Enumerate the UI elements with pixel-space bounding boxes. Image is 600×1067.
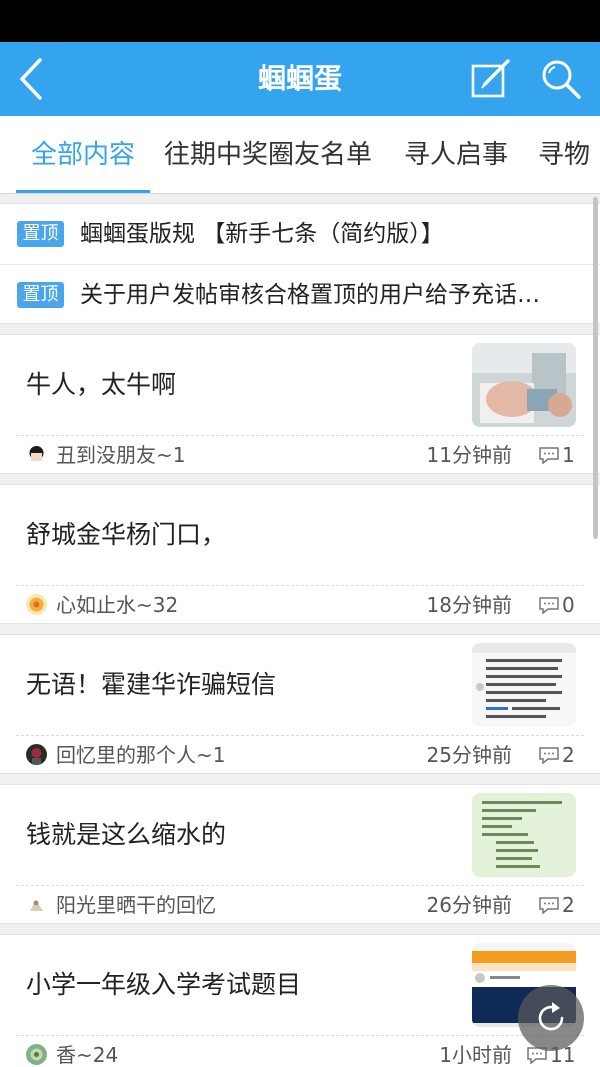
author-name[interactable]: 香~24 xyxy=(56,1036,118,1067)
comment-count: 0 xyxy=(562,593,575,617)
active-tab-indicator xyxy=(16,190,150,193)
post-title: 无语！霍建华诈骗短信 xyxy=(26,670,277,699)
status-bar xyxy=(0,0,600,42)
post-item[interactable]: 牛人，太牛啊 丑到没朋友~1 11分钟前 1 xyxy=(0,334,600,474)
refresh-icon xyxy=(538,1002,564,1031)
pinned-post-title: 关于用户发帖审核合格置顶的用户给予充话… xyxy=(80,282,540,308)
pinned-badge: 置顶 xyxy=(17,221,64,247)
comment-count: 2 xyxy=(562,743,575,767)
comment-icon xyxy=(539,897,559,914)
comment-icon xyxy=(539,597,559,614)
post-time: 11分钟前 xyxy=(426,443,512,467)
post-time: 25分钟前 xyxy=(426,743,512,767)
avatar[interactable] xyxy=(26,894,47,915)
post-thumbnail xyxy=(472,793,576,877)
author-name[interactable]: 回忆里的那个人~1 xyxy=(56,736,225,774)
refresh-button[interactable] xyxy=(518,985,584,1051)
app-header: 蝈蝈蛋 xyxy=(0,42,600,116)
avatar[interactable] xyxy=(26,1044,47,1065)
post-title: 钱就是这么缩水的 xyxy=(26,820,227,849)
author-name[interactable]: 心如止水~32 xyxy=(56,586,178,624)
tab-lost-items[interactable]: 寻物 xyxy=(538,116,590,193)
pinned-post-title: 蝈蝈蛋版规 【新手七条（简约版）】 xyxy=(80,221,444,247)
comment-icon xyxy=(539,747,559,764)
post-item[interactable]: 钱就是这么缩水的 阳光里晒干的回忆 26分钟前 2 xyxy=(0,784,600,924)
author-name[interactable]: 丑到没朋友~1 xyxy=(56,436,185,474)
post-time: 18分钟前 xyxy=(426,593,512,617)
scrollbar[interactable] xyxy=(593,197,598,539)
post-time: 26分钟前 xyxy=(426,893,512,917)
tab-winners-list[interactable]: 往期中奖圈友名单 xyxy=(164,116,372,193)
post-title: 牛人，太牛啊 xyxy=(26,370,177,399)
post-meta: 丑到没朋友~1 11分钟前 1 xyxy=(0,436,600,474)
comment-icon xyxy=(539,447,559,464)
author-name[interactable]: 阳光里晒干的回忆 xyxy=(56,886,216,924)
avatar[interactable] xyxy=(26,444,47,465)
compose-button[interactable] xyxy=(468,56,514,102)
search-icon xyxy=(542,60,581,99)
post-meta: 心如止水~32 18分钟前 0 xyxy=(0,586,600,624)
post-item[interactable]: 舒城金华杨门口， 心如止水~32 18分钟前 0 xyxy=(0,484,600,624)
post-thumbnail xyxy=(472,643,576,727)
pinned-badge: 置顶 xyxy=(17,282,64,308)
comment-count: 2 xyxy=(562,893,575,917)
pinned-posts: 置顶 蝈蝈蛋版规 【新手七条（简约版）】 置顶 关于用户发帖审核合格置顶的用户给… xyxy=(0,203,600,324)
pinned-post[interactable]: 置顶 蝈蝈蛋版规 【新手七条（简约版）】 xyxy=(0,204,600,264)
avatar[interactable] xyxy=(26,594,47,615)
tab-all-content[interactable]: 全部内容 xyxy=(31,116,135,193)
compose-icon xyxy=(471,59,510,98)
avatar[interactable] xyxy=(26,744,47,765)
search-button[interactable] xyxy=(538,56,584,102)
post-title: 小学一年级入学考试题目 xyxy=(26,970,302,999)
pinned-post[interactable]: 置顶 关于用户发帖审核合格置顶的用户给予充话… xyxy=(0,264,600,324)
post-meta: 香~24 1小时前 11 xyxy=(0,1036,600,1067)
comment-count: 1 xyxy=(562,443,575,467)
post-item[interactable]: 小学一年级入学考试题目 香~24 1小时前 11 xyxy=(0,934,600,1067)
post-item[interactable]: 无语！霍建华诈骗短信 回忆里的那个人~1 25分钟前 2 xyxy=(0,634,600,774)
post-time: 1小时前 xyxy=(439,1043,512,1067)
post-meta: 回忆里的那个人~1 25分钟前 2 xyxy=(0,736,600,774)
tab-missing-persons[interactable]: 寻人启事 xyxy=(404,116,508,193)
post-meta: 阳光里晒干的回忆 26分钟前 2 xyxy=(0,886,600,924)
post-thumbnail xyxy=(472,343,576,427)
post-title: 舒城金华杨门口， xyxy=(26,520,227,549)
tab-bar: 全部内容 往期中奖圈友名单 寻人启事 寻物 xyxy=(0,116,600,194)
